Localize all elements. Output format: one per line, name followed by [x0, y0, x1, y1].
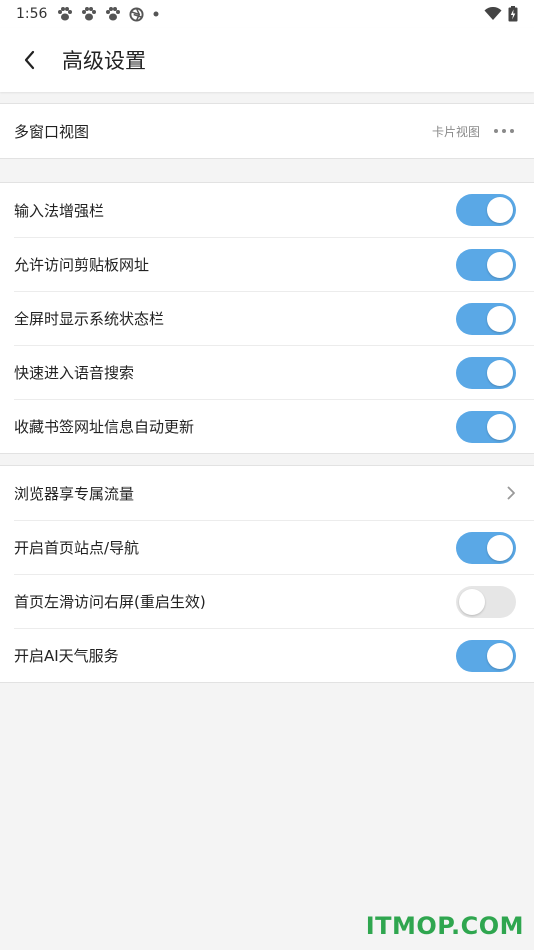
setting-row-bookmark-update: 收藏书签网址信息自动更新	[14, 399, 534, 453]
toggle-swipe-right-screen[interactable]	[456, 585, 516, 618]
wifi-icon	[484, 7, 502, 20]
watermark-logo: ITMOP.COM	[365, 912, 524, 940]
section-homepage: 浏览器享专属流量 开启首页站点/导航 首页左滑访问右屏(重启生效) 开启AI天气…	[0, 465, 534, 683]
back-button[interactable]	[0, 28, 60, 92]
setting-row-fullscreen-statusbar: 全屏时显示系统状态栏	[14, 291, 534, 345]
back-arrow-icon	[24, 50, 35, 70]
chevron-right-icon	[507, 486, 515, 500]
multiwindow-label: 多窗口视图	[14, 122, 90, 141]
setting-row-swipe-right-screen: 首页左滑访问右屏(重启生效)	[14, 574, 534, 628]
setting-row-ai-weather: 开启AI天气服务	[14, 628, 534, 682]
dot-icon	[153, 11, 159, 17]
multiwindow-value: 卡片视图	[431, 124, 480, 139]
system-icons	[484, 6, 518, 22]
setting-label: 输入法增强栏	[14, 201, 105, 220]
setting-row-input-enhance: 输入法增强栏	[14, 183, 534, 237]
setting-label: 浏览器享专属流量	[14, 484, 135, 503]
page-title: 高级设置	[62, 49, 146, 73]
status-bar: 1:56	[0, 0, 534, 28]
setting-row-clipboard-url: 允许访问剪贴板网址	[14, 237, 534, 291]
paw-icon	[58, 7, 73, 21]
toggle-bookmark-update[interactable]	[456, 410, 516, 443]
status-time: 1:56	[16, 6, 48, 22]
setting-row-homepage-sites: 开启首页站点/导航	[14, 520, 534, 574]
battery-charging-icon	[508, 6, 518, 22]
toggle-voice-search[interactable]	[456, 356, 516, 389]
paw-icon	[106, 7, 121, 21]
paw-icon	[82, 7, 97, 21]
section-multiwindow: 多窗口视图 卡片视图	[0, 103, 534, 159]
setting-label: 全屏时显示系统状态栏	[14, 310, 165, 328]
setting-label: 开启AI天气服务	[14, 647, 119, 665]
toggle-clipboard-url[interactable]	[456, 248, 516, 281]
section-general-toggles: 输入法增强栏 允许访问剪贴板网址 全屏时显示系统状态栏 快速进入语音搜索 收藏书…	[0, 182, 534, 454]
app-header: 高级设置	[0, 28, 534, 92]
setting-label: 首页左滑访问右屏(重启生效)	[14, 593, 206, 611]
setting-label: 开启首页站点/导航	[14, 539, 140, 557]
toggle-homepage-sites[interactable]	[456, 531, 516, 564]
setting-label: 允许访问剪贴板网址	[14, 256, 150, 274]
aperture-icon	[129, 6, 144, 22]
setting-label: 快速进入语音搜索	[14, 364, 135, 382]
setting-row-voice-search: 快速进入语音搜索	[14, 345, 534, 399]
notification-icons	[57, 6, 159, 22]
multiwindow-row[interactable]: 多窗口视图 卡片视图	[14, 104, 534, 158]
setting-row-browser-traffic[interactable]: 浏览器享专属流量	[14, 466, 534, 520]
setting-label: 收藏书签网址信息自动更新	[14, 418, 195, 436]
more-dots-icon[interactable]	[494, 129, 514, 133]
toggle-input-enhance[interactable]	[456, 194, 516, 226]
toggle-ai-weather[interactable]	[456, 639, 516, 672]
toggle-fullscreen-statusbar[interactable]	[456, 302, 516, 335]
